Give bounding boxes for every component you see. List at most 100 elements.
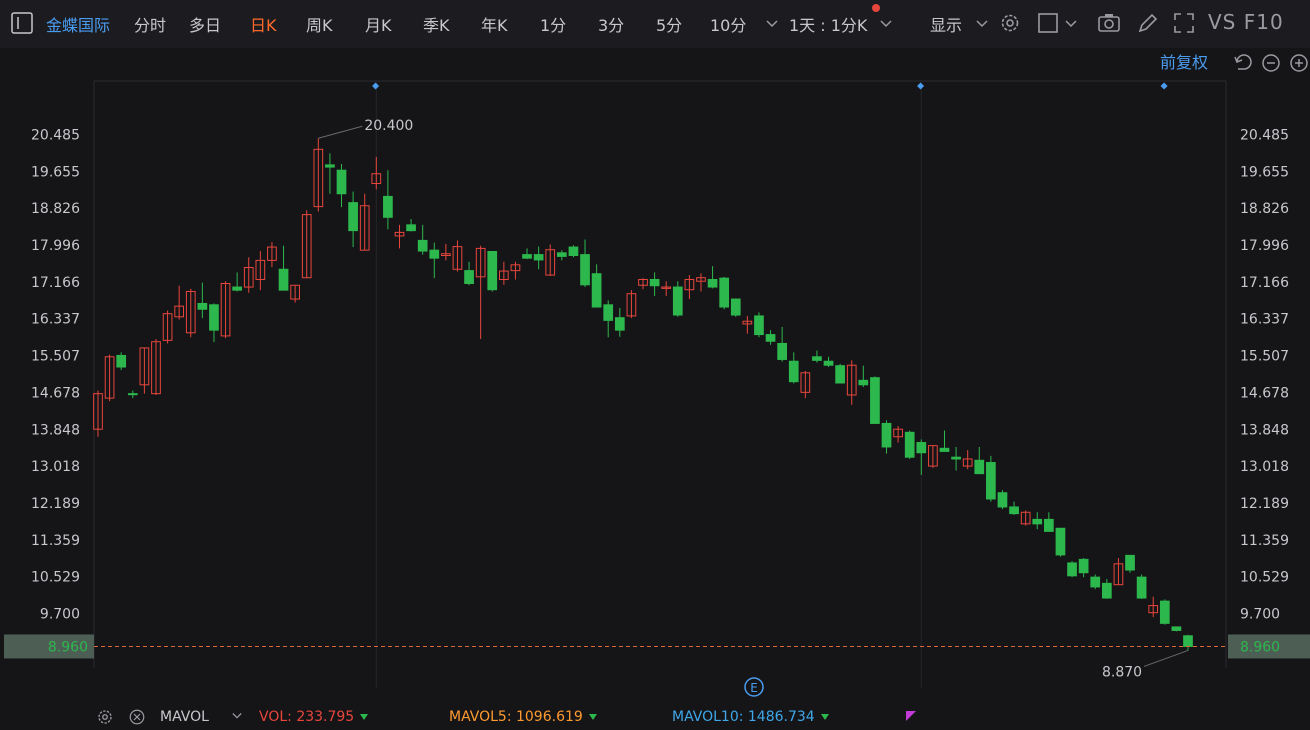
tab-week-k[interactable]: 周K — [306, 12, 333, 36]
candle-body — [533, 254, 544, 261]
candle-body — [823, 360, 834, 366]
tab-month-k[interactable]: 月K — [365, 12, 392, 36]
y-tick-label-left: 13.018 — [31, 459, 80, 475]
y-tick-label-right: 10.529 — [1240, 570, 1289, 586]
candle-body — [406, 224, 416, 232]
candle-body — [556, 252, 567, 257]
candle-body — [197, 302, 208, 310]
candle-body — [1067, 562, 1077, 577]
stock-name[interactable]: 金蝶国际 — [46, 12, 110, 36]
candle-body — [348, 202, 358, 232]
close-icon[interactable] — [128, 708, 146, 726]
candle-body — [870, 377, 880, 424]
adjust-mode-label[interactable]: 前复权 — [1160, 53, 1208, 72]
tab-day-k[interactable]: 日K — [250, 12, 277, 36]
candle-body — [1101, 582, 1112, 599]
kline-chart[interactable]: 20.485 20.485 19.655 19.655 18.826 18.826 17.9… — [0, 48, 1310, 706]
layout-icon[interactable] — [1037, 11, 1061, 35]
event-icon-letter: E — [750, 681, 758, 695]
cursor-marker-icon — [906, 711, 916, 721]
mavol5-text: MAVOL5: 1096.619 — [449, 709, 583, 725]
tab-quarter-k[interactable]: 季K — [423, 12, 450, 36]
vs-f10-button[interactable]: VS F10 — [1208, 10, 1284, 34]
y-tick-label-left: 17.166 — [31, 275, 80, 291]
chevron-down-icon[interactable] — [970, 11, 988, 35]
chevron-down-icon[interactable] — [1059, 11, 1077, 35]
candle-body — [672, 286, 683, 316]
display-menu[interactable]: 显示 — [930, 12, 962, 36]
candle-body — [777, 342, 787, 360]
candle-body — [951, 456, 961, 460]
y-tick-label-left: 14.678 — [31, 385, 80, 401]
candle-body — [383, 195, 393, 218]
candle-body — [464, 270, 474, 284]
candle-body — [1032, 518, 1043, 525]
candle-body — [730, 298, 741, 316]
candle-body — [591, 273, 602, 308]
candle-body — [1171, 626, 1182, 631]
candle-body — [278, 268, 289, 291]
candle-body — [336, 169, 347, 195]
chevron-down-icon[interactable] — [228, 706, 246, 726]
y-tick-label-right: 14.678 — [1240, 385, 1289, 401]
y-tick-label-right: 11.359 — [1240, 533, 1289, 549]
y-tick-label-left: 11.359 — [31, 533, 80, 549]
candle-body — [429, 249, 440, 259]
candle-body — [1159, 600, 1170, 624]
y-tick-label-left: 16.337 — [31, 312, 80, 328]
mavol10-value: MAVOL10: 1486.734 — [672, 709, 829, 725]
candle-body — [209, 304, 219, 331]
candle-body — [719, 277, 730, 308]
candle-body — [417, 239, 428, 252]
pencil-icon[interactable] — [1136, 11, 1160, 35]
sidebar-toggle-icon[interactable] — [10, 11, 34, 35]
vol-value: VOL: 233.795 — [259, 709, 369, 725]
candle-body — [649, 278, 660, 287]
candle-body — [1090, 576, 1101, 588]
tab-5min[interactable]: 5分 — [656, 12, 682, 36]
tab-year-k[interactable]: 年K — [481, 12, 508, 36]
candle-body — [568, 246, 579, 256]
fullscreen-icon[interactable] — [1172, 11, 1196, 35]
high-annotation: 20.400 — [364, 118, 413, 134]
candle-body — [788, 360, 799, 383]
y-tick-label-left: 20.485 — [31, 127, 80, 143]
range-selector[interactable]: 1天 : 1分K — [789, 12, 867, 36]
y-tick-label-right: 13.848 — [1240, 422, 1289, 438]
candle-body — [1009, 506, 1019, 515]
candle-body — [986, 462, 996, 500]
tab-3min[interactable]: 3分 — [598, 12, 624, 36]
gear-icon[interactable] — [998, 11, 1022, 35]
candle-body — [916, 442, 927, 454]
chart-background — [0, 48, 1310, 706]
candle-body — [1055, 527, 1066, 556]
candle-body — [487, 251, 498, 291]
y-tick-label-right: 17.166 — [1240, 275, 1289, 291]
y-tick-label-right: 16.337 — [1240, 312, 1289, 328]
current-price-label-right: 8.960 — [1240, 639, 1280, 655]
camera-icon[interactable] — [1097, 11, 1121, 35]
settings-icon[interactable] — [96, 708, 114, 726]
notification-dot — [872, 4, 880, 12]
vol-text: VOL: 233.795 — [259, 709, 355, 725]
tab-1min[interactable]: 1分 — [540, 12, 566, 36]
candle-body — [232, 286, 242, 291]
mavol5-value: MAVOL5: 1096.619 — [449, 709, 597, 725]
y-tick-label-left: 17.996 — [31, 238, 80, 254]
candle-body — [1136, 576, 1147, 599]
chevron-down-icon[interactable] — [874, 11, 892, 35]
candle-body — [881, 422, 892, 448]
candle-body — [754, 315, 764, 336]
y-tick-label-left: 15.507 — [31, 349, 80, 365]
mavol-selector[interactable]: MAVOL — [160, 709, 209, 725]
candle-body — [580, 254, 590, 286]
y-tick-label-left: 18.826 — [31, 201, 80, 217]
volume-indicator-bar: MAVOL VOL: 233.795 MAVOL5: 1096.619 MAVO… — [0, 706, 1310, 727]
tab-fenshi[interactable]: 分时 — [134, 12, 166, 36]
chevron-down-icon[interactable] — [760, 11, 778, 35]
candle-body — [1183, 635, 1193, 647]
tab-10min[interactable]: 10分 — [710, 12, 746, 36]
candle-body — [835, 365, 845, 384]
tab-multi-day[interactable]: 多日 — [189, 12, 221, 36]
candle-body — [1125, 554, 1135, 571]
